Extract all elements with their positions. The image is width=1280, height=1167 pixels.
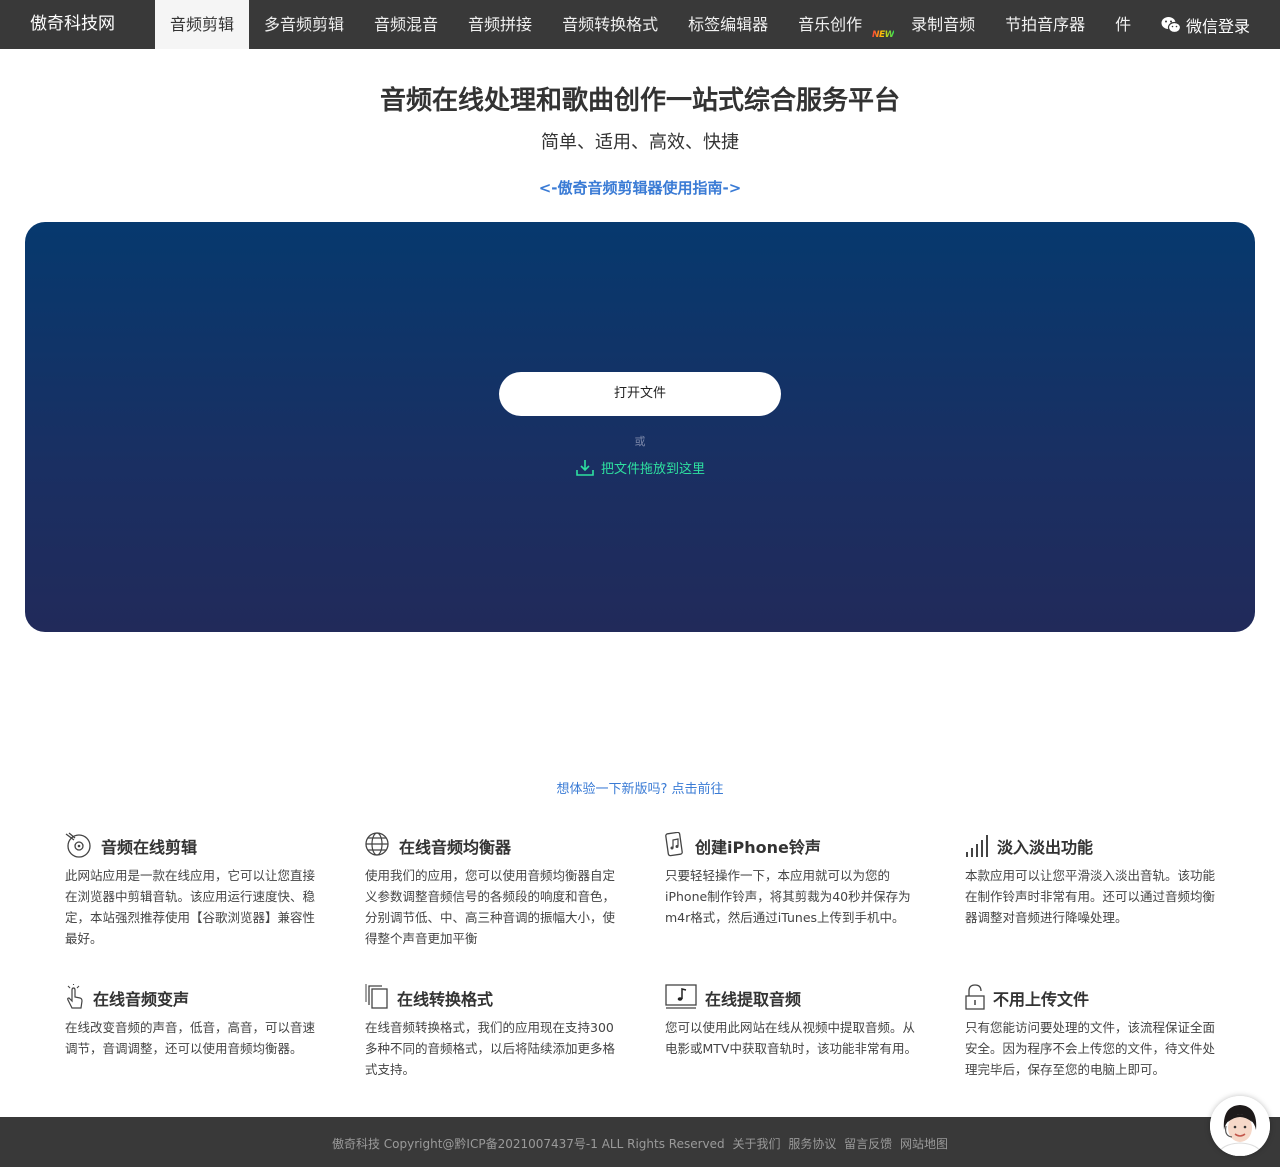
- feature-desc: 只有您能访问要处理的文件，该流程保证全面安全。因为程序不会上传您的文件，待文件处…: [965, 1020, 1216, 1077]
- guide-link[interactable]: <-傲奇音频剪辑器使用指南->: [539, 179, 742, 197]
- nav-menu: 音频剪辑 多音频剪辑 音频混音 音频拼接 音频转换格式 标签编辑器 音乐创作 N…: [155, 0, 1146, 49]
- feature-title: 淡入淡出功能: [997, 838, 1094, 857]
- nav-item-record[interactable]: 录制音频: [896, 0, 990, 49]
- top-nav: 傲奇科技网 音频剪辑 多音频剪辑 音频混音 音频拼接 音频转换格式 标签编辑器 …: [0, 0, 1280, 49]
- feature-desc: 在线音频转换格式，我们的应用现在支持300多种不同的音频格式，以后将陆续添加更多…: [365, 1020, 616, 1077]
- feature-title: 在线提取音频: [705, 990, 802, 1009]
- guide-link-wrap: <-傲奇音频剪辑器使用指南->: [0, 177, 1280, 198]
- files-icon: [365, 984, 388, 1009]
- feature-card: 创建iPhone铃声 只要轻轻操作一下，本应用就可以为您的iPhone制作铃声，…: [665, 832, 920, 928]
- page-title: 音频在线处理和歌曲创作一站式综合服务平台: [379, 86, 900, 116]
- feature-title: 创建iPhone铃声: [695, 838, 821, 857]
- site-brand[interactable]: 傲奇科技网: [30, 0, 115, 49]
- footer-link-feedback[interactable]: 留言反馈: [844, 1137, 892, 1151]
- try-new-version: 想体验一下新版吗? 点击前往: [0, 778, 1280, 797]
- feature-title: 不用上传文件: [993, 990, 1090, 1009]
- login-label: 微信登录: [1185, 16, 1250, 36]
- open-file-button[interactable]: 打开文件: [499, 372, 781, 416]
- page-subtitle: 简单、适用、高效、快捷: [541, 132, 739, 153]
- feature-card: 不用上传文件 只有您能访问要处理的文件，该流程保证全面安全。因为程序不会上传您的…: [965, 984, 1220, 1080]
- nav-item-multi-cut[interactable]: 多音频剪辑: [249, 0, 359, 49]
- feature-desc: 只要轻轻操作一下，本应用就可以为您的iPhone制作铃声，将其剪裁为40秒并保存…: [665, 868, 911, 925]
- footer-copyright: 傲奇科技 Copyright@黔ICP备2021007437号-1 ALL Ri…: [331, 1137, 725, 1151]
- nav-item-music-create-label: 音乐创作: [798, 15, 863, 34]
- or-separator: 或: [634, 435, 646, 448]
- feature-card: 在线转换格式 在线音频转换格式，我们的应用现在支持300多种不同的音频格式，以后…: [365, 984, 620, 1080]
- feature-card: 淡入淡出功能 本款应用可以让您平滑淡入淡出音轨。该功能在制作铃声时非常有用。还可…: [965, 832, 1220, 928]
- site-footer: 傲奇科技 Copyright@黔ICP备2021007437号-1 ALL Ri…: [0, 1117, 1280, 1167]
- new-badge: NEW: [872, 10, 895, 60]
- globe-icon: [365, 832, 389, 856]
- feature-card: 在线音频均衡器 使用我们的应用，您可以使用音频均衡器自定义参数调整音频信号的各频…: [365, 832, 620, 949]
- file-dropzone[interactable]: 打开文件 或 把文件拖放到这里: [25, 222, 1255, 632]
- wechat-icon: [1161, 16, 1181, 33]
- nav-item-tag-editor[interactable]: 标签编辑器: [673, 0, 783, 49]
- customer-service-icon: [1210, 1096, 1270, 1156]
- feature-title: 在线转换格式: [397, 990, 494, 1009]
- feature-title: 音频在线剪辑: [101, 838, 198, 857]
- nav-item-more[interactable]: 件: [1100, 0, 1146, 49]
- cd-scissors-icon: [65, 832, 91, 858]
- nav-item-beat-sequencer[interactable]: 节拍音序器: [990, 0, 1100, 49]
- feature-desc: 您可以使用此网站在线从视频中提取音频。从电影或MTV中获取音轨时，该功能非常有用…: [665, 1020, 917, 1056]
- drag-drop-label: 把文件拖放到这里: [600, 462, 705, 477]
- nav-item-join[interactable]: 音频拼接: [453, 0, 547, 49]
- feature-desc: 此网站应用是一款在线应用，它可以让您直接在浏览器中剪辑音轨。该应用运行速度快、稳…: [65, 868, 316, 946]
- drag-drop-hint[interactable]: 把文件拖放到这里: [25, 458, 1255, 477]
- phone-music-icon: [665, 832, 683, 857]
- footer-link-sitemap[interactable]: 网站地图: [900, 1137, 948, 1151]
- tap-hand-icon: [67, 984, 83, 1009]
- feature-title: 在线音频变声: [93, 990, 190, 1009]
- feature-card: 在线提取音频 您可以使用此网站在线从视频中提取音频。从电影或MTV中获取音轨时，…: [665, 984, 920, 1059]
- nav-item-audio-cut[interactable]: 音频剪辑: [155, 0, 250, 49]
- nav-item-convert[interactable]: 音频转换格式: [547, 0, 673, 49]
- music-note-icon: [665, 984, 697, 1009]
- try-new-version-link[interactable]: 想体验一下新版吗? 点击前往: [556, 782, 723, 797]
- signal-bars-icon: [966, 835, 988, 857]
- nav-item-mix[interactable]: 音频混音: [359, 0, 453, 49]
- footer-link-terms[interactable]: 服务协议: [788, 1137, 836, 1151]
- feature-title: 在线音频均衡器: [399, 838, 512, 857]
- feature-desc: 在线改变音频的声音，低音，高音，可以音速调节，音调调整，还可以使用音频均衡器。: [65, 1020, 316, 1056]
- nav-item-music-create[interactable]: 音乐创作 NEW: [783, 0, 896, 49]
- lock-icon: [965, 984, 985, 1010]
- feature-desc: 本款应用可以让您平滑淡入淡出音轨。该功能在制作铃声时非常有用。还可以通过音频均衡…: [965, 868, 1216, 925]
- footer-link-about[interactable]: 关于我们: [732, 1137, 780, 1151]
- feature-card: 音频在线剪辑 此网站应用是一款在线应用，它可以让您直接在浏览器中剪辑音轨。该应用…: [65, 832, 320, 949]
- feature-card: 在线音频变声 在线改变音频的声音，低音，高音，可以音速调节，音调调整，还可以使用…: [65, 984, 320, 1059]
- wechat-login-button[interactable]: 微信登录: [1150, 0, 1250, 49]
- feature-desc: 使用我们的应用，您可以使用音频均衡器自定义参数调整音频信号的各频段的响度和音色，…: [365, 868, 616, 946]
- customer-service-avatar[interactable]: [1210, 1096, 1270, 1156]
- download-icon: [576, 459, 594, 476]
